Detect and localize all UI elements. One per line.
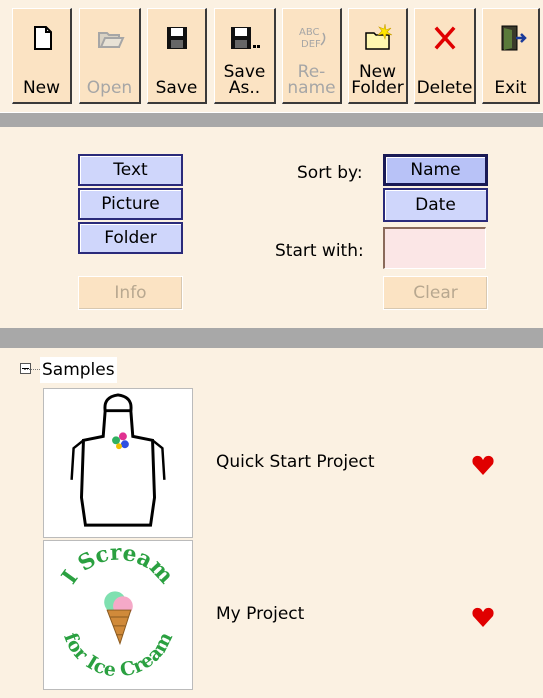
apron-icon [70,393,166,527]
svg-text:I Scream: I Scream [57,541,178,589]
exit-door-icon [501,25,527,51]
svg-text:DEF: DEF [301,39,321,50]
save-label: Save [155,78,198,98]
list-item[interactable]: Quick Start Project [43,388,543,538]
rename-abc-def-icon: ABC DEF [299,27,325,50]
delete-button[interactable]: Delete [414,8,476,104]
rename-label: Re- name [287,62,336,98]
sort-by-label: Sort by: [297,163,363,183]
open-label: Open [86,78,133,98]
heart-icon[interactable] [471,606,495,628]
panel-separator [0,328,543,348]
save-as-label: Save As.. [223,62,266,98]
filter-folder-button[interactable]: Folder [78,222,183,254]
new-folder-label: New Folder [351,62,404,98]
save-as-button[interactable]: Save As.. [214,8,276,104]
red-x-icon [434,26,455,50]
toolbar: New Open Save Save As.. ABC DEF Re- name… [0,0,543,113]
open-button[interactable]: Open [79,8,141,104]
ice-cream-thumbnail: I Scream for Ice Cream [43,540,193,690]
start-with-input[interactable] [383,227,486,269]
open-folder-icon [97,32,125,48]
collapse-icon [20,362,31,374]
new-folder-button[interactable]: New Folder [348,8,408,104]
new-document-icon [33,26,52,50]
exit-label: Exit [494,78,527,98]
new-label: New [22,78,61,98]
tree-root-label[interactable]: Samples [40,357,117,383]
toolbar-separator [0,113,543,127]
new-folder-icon [364,23,392,50]
clear-button[interactable]: Clear [383,276,488,310]
new-button[interactable]: New [12,8,72,104]
sort-name-button[interactable]: Name [383,154,488,186]
i-scream-ice-cream-logo: I Scream for Ice Cream [57,541,178,682]
apron-thumbnail [43,388,193,538]
list-item[interactable]: I Scream for Ice Cream My Project [43,540,543,690]
filter-picture-button[interactable]: Picture [78,188,183,220]
save-button[interactable]: Save [147,8,207,104]
floppy-disk-icon [166,27,187,49]
start-with-label: Start with: [275,241,364,261]
delete-label: Delete [416,78,473,98]
rename-button[interactable]: ABC DEF Re- name [282,8,342,104]
tree-expander[interactable] [20,358,35,378]
heart-icon[interactable] [471,454,495,476]
info-button[interactable]: Info [78,276,183,310]
svg-text:ABC: ABC [299,27,320,38]
project-name: My Project [216,604,305,624]
floppy-disk-ellipsis-icon [230,27,260,49]
project-name: Quick Start Project [216,452,375,472]
exit-button[interactable]: Exit [482,8,540,104]
filter-text-button[interactable]: Text [78,154,183,186]
sort-date-button[interactable]: Date [383,188,488,222]
